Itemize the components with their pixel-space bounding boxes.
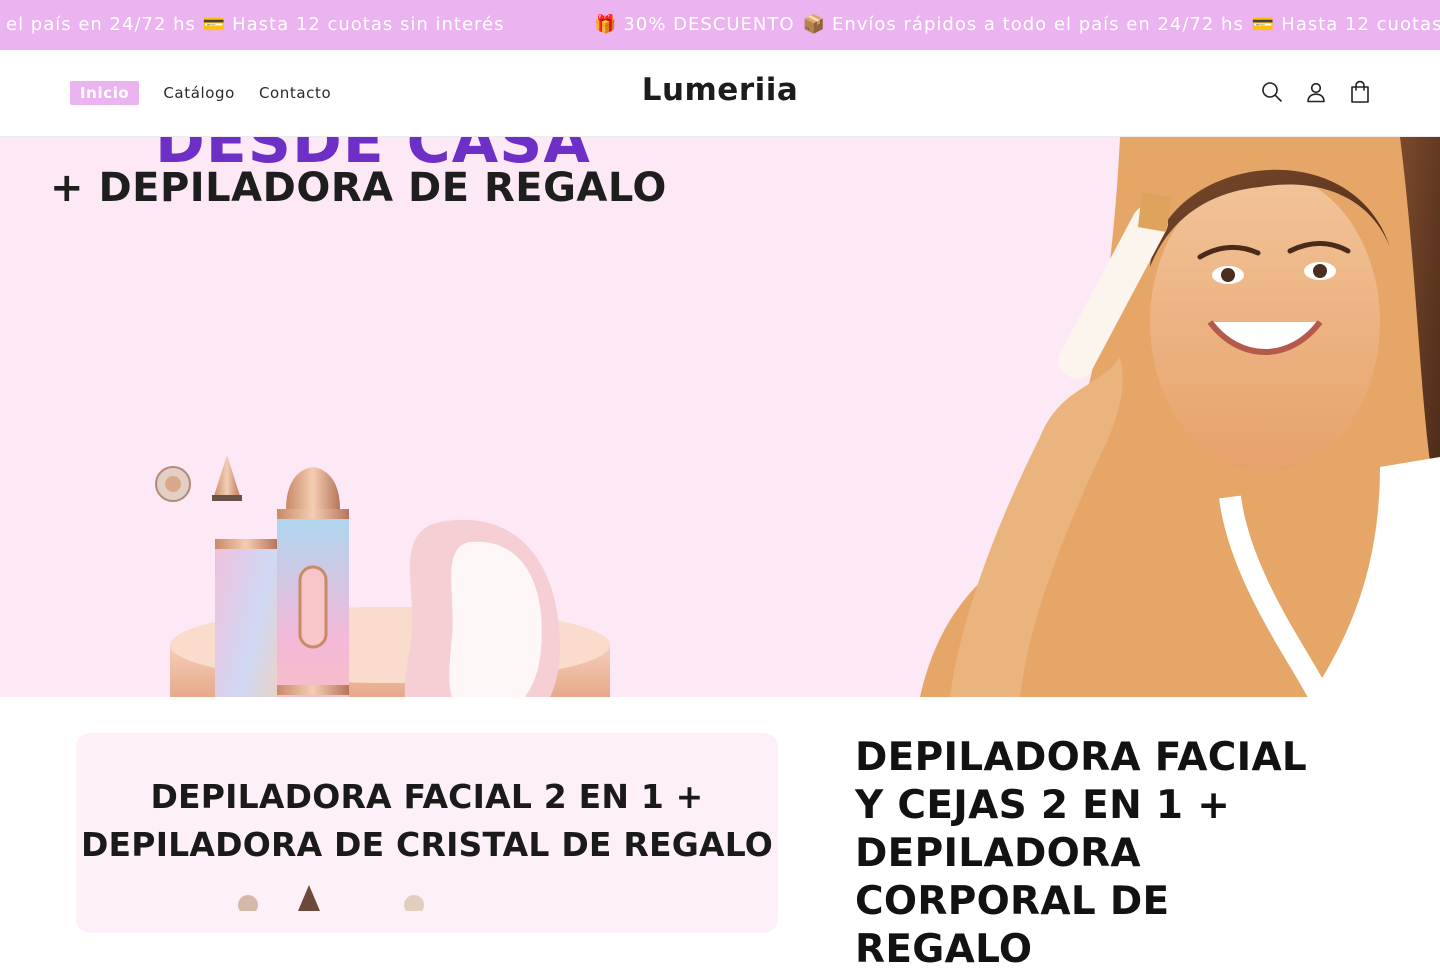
announcement-prefix-suffix: Hasta 12 cuotas sin interés <box>232 14 505 35</box>
search-button[interactable] <box>1260 80 1284 104</box>
hero-subheadline: + DEPILADORA DE REGALO <box>50 165 667 211</box>
product-title: DEPILADORA FACIAL Y CEJAS 2 EN 1 + DEPIL… <box>855 735 1308 972</box>
nav-link-contacto[interactable]: Contacto <box>259 81 331 105</box>
announcement-bar: el país en 24/72 hs 💳 Hasta 12 cuotas sin… <box>0 0 1440 50</box>
announcement-prefix-text: el país en 24/72 hs <box>6 14 196 35</box>
search-icon <box>1262 82 1282 102</box>
main-nav: Inicio Catálogo Contacto <box>70 80 355 106</box>
hero-model-image <box>920 137 1440 697</box>
header-icons <box>1260 80 1372 104</box>
announcement-shipping-text: Envíos rápidos a todo el país en 24/72 h… <box>831 14 1244 35</box>
product-media-line1: DEPILADORA FACIAL 2 EN 1 + <box>150 777 704 816</box>
announcement-discount-text: 30% DESCUENTO <box>623 14 795 35</box>
hero-product-image <box>155 455 610 697</box>
announcement-message: 🎁 30% DESCUENTO 📦 Envíos rápidos a todo el … <box>594 0 1440 50</box>
cart-button[interactable] <box>1348 80 1372 104</box>
account-button[interactable] <box>1304 80 1328 104</box>
package-icon: 📦 <box>802 14 826 35</box>
hero-banner[interactable]: DESDE CASA + DEPILADORA DE REGALO <box>0 137 1440 697</box>
product-media-line2: DEPILADORA DE CRISTAL DE REGALO <box>80 825 774 864</box>
announcement-installments-text: Hasta 12 cuotas sin interés <box>1281 14 1440 35</box>
cart-icon <box>1351 80 1369 103</box>
site-logo[interactable]: Lumeriia <box>642 72 799 108</box>
nav-link-catalogo[interactable]: Catálogo <box>163 81 235 105</box>
product-media[interactable]: DEPILADORA FACIAL 2 EN 1 + DEPILADORA DE… <box>76 733 778 933</box>
account-icon <box>1307 82 1325 103</box>
product-media-thumbnail <box>238 885 424 911</box>
announcement-message-partial: el país en 24/72 hs 💳 Hasta 12 cuotas sin… <box>6 0 505 50</box>
credit-card-icon: 💳 <box>202 14 227 35</box>
credit-card-icon: 💳 <box>1251 14 1276 35</box>
site-header: Inicio Catálogo Contacto Lumeriia <box>0 50 1440 137</box>
gift-icon: 🎁 <box>594 14 618 35</box>
nav-link-inicio[interactable]: Inicio <box>70 81 140 105</box>
